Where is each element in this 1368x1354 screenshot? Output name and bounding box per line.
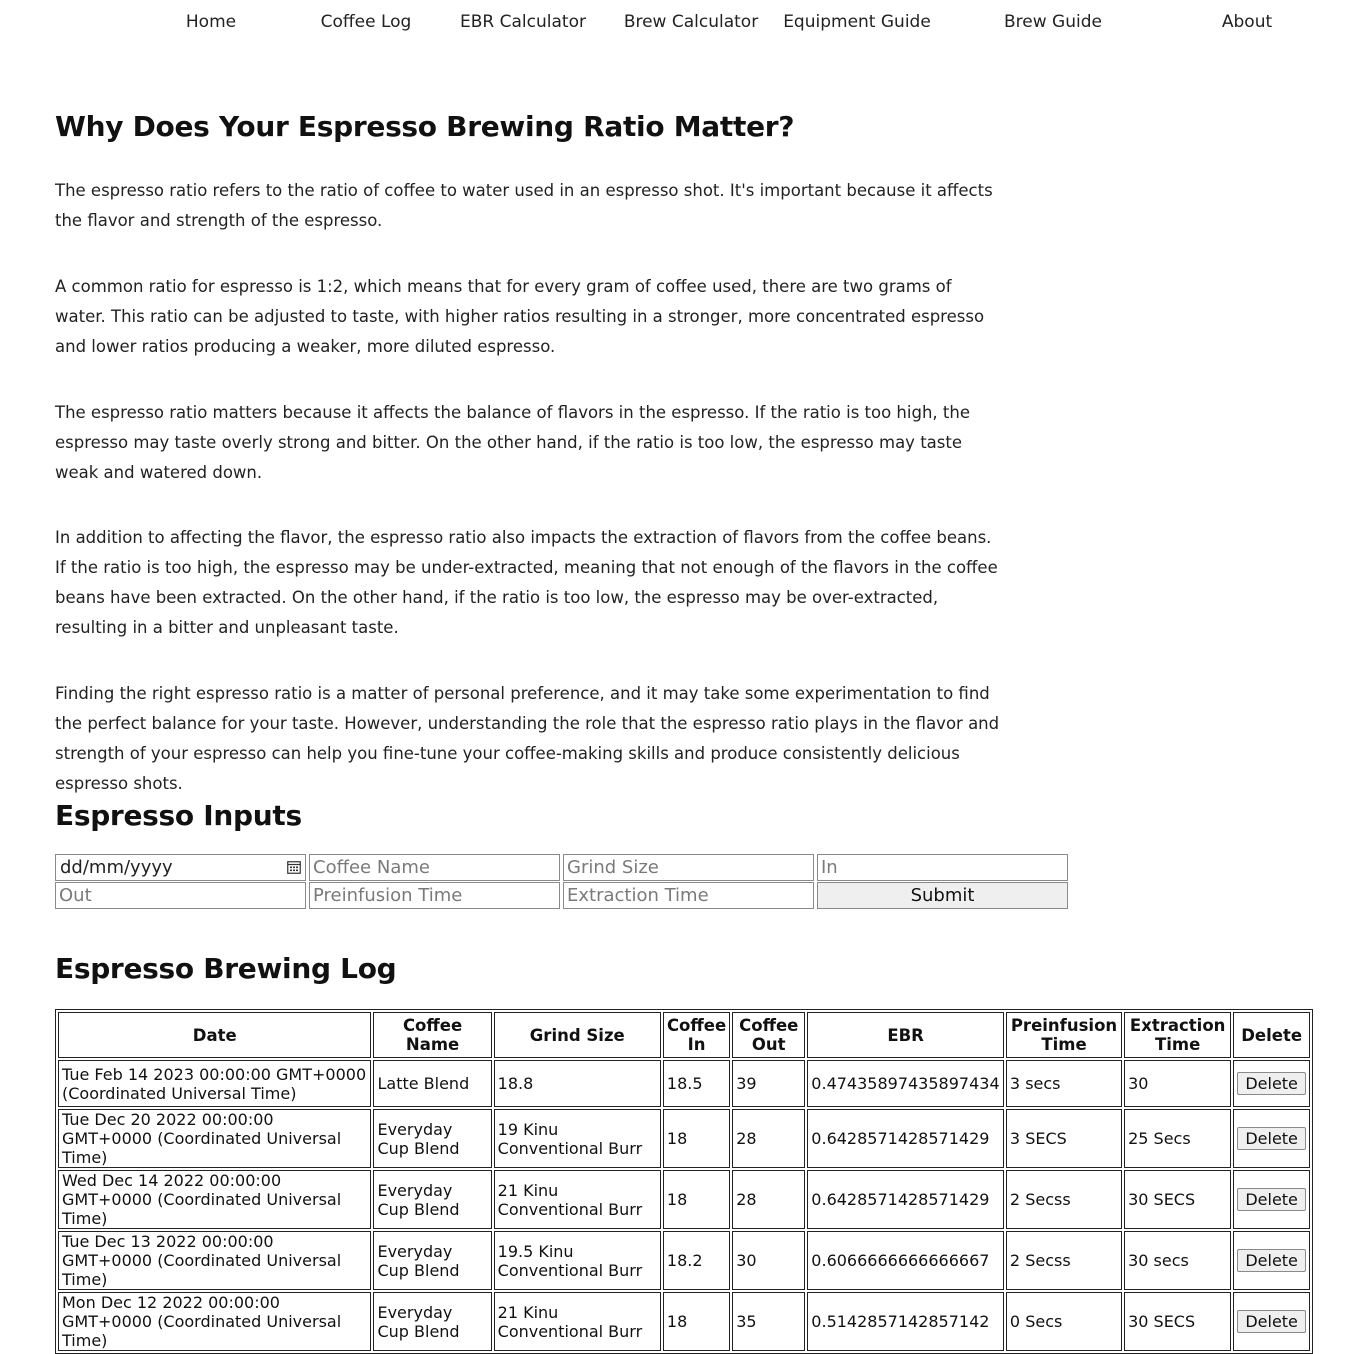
delete-button[interactable]: Delete xyxy=(1237,1127,1306,1150)
cell-coffee-out: 35 xyxy=(732,1292,806,1351)
cell-preinfusion-time: 3 SECS xyxy=(1005,1109,1123,1168)
nav-equipment-guide[interactable]: Equipment Guide xyxy=(783,12,931,32)
cell-date: Tue Dec 13 2022 00:00:00 GMT+0000 (Coord… xyxy=(58,1231,372,1290)
header-date: Date xyxy=(58,1012,372,1058)
cell-preinfusion-time: 3 secs xyxy=(1005,1060,1123,1107)
cell-preinfusion-time: 2 Secss xyxy=(1005,1170,1123,1229)
cell-coffee-in: 18.5 xyxy=(662,1060,731,1107)
date-input[interactable]: dd/mm/yyyy xyxy=(55,854,306,881)
article-paragraph: In addition to affecting the flavor, the… xyxy=(55,528,998,637)
article-paragraph: The espresso ratio refers to the ratio o… xyxy=(55,181,993,230)
espresso-inputs-title: Espresso Inputs xyxy=(55,799,302,832)
cell-ebr: 0.5142857142857142 xyxy=(807,1292,1004,1351)
cell-extraction-time: 30 xyxy=(1124,1060,1232,1107)
cell-extraction-time: 30 SECS xyxy=(1124,1170,1232,1229)
cell-grind-size: 21 Kinu Conventional Burr xyxy=(493,1292,661,1351)
nav-brew-guide[interactable]: Brew Guide xyxy=(1004,12,1102,32)
cell-coffee-out: 28 xyxy=(732,1170,806,1229)
cell-date: Tue Feb 14 2023 00:00:00 GMT+0000 (Coord… xyxy=(58,1060,372,1107)
calendar-icon[interactable] xyxy=(287,860,301,874)
delete-button[interactable]: Delete xyxy=(1237,1310,1306,1333)
nav-home[interactable]: Home xyxy=(186,12,236,32)
cell-ebr: 0.6066666666666667 xyxy=(807,1231,1004,1290)
date-input-placeholder: dd/mm/yyyy xyxy=(60,857,173,878)
cell-ebr: 0.6428571428571429 xyxy=(807,1109,1004,1168)
cell-date: Wed Dec 14 2022 00:00:00 GMT+0000 (Coord… xyxy=(58,1170,372,1229)
header-coffee-name: Coffee Name xyxy=(373,1012,492,1058)
nav-brew-calculator[interactable]: Brew Calculator xyxy=(624,12,758,32)
cell-coffee-name: Everyday Cup Blend xyxy=(373,1231,492,1290)
article-title: Why Does Your Espresso Brewing Ratio Mat… xyxy=(55,110,795,143)
cell-ebr: 0.47435897435897434 xyxy=(807,1060,1004,1107)
preinfusion-time-input[interactable] xyxy=(309,882,560,909)
header-coffee-out: Coffee Out xyxy=(732,1012,806,1058)
header-preinfusion-time: Preinfusion Time xyxy=(1005,1012,1123,1058)
cell-grind-size: 19 Kinu Conventional Burr xyxy=(493,1109,661,1168)
cell-coffee-name: Everyday Cup Blend xyxy=(373,1292,492,1351)
article-paragraph: A common ratio for espresso is 1:2, whic… xyxy=(55,277,985,356)
cell-delete: Delete xyxy=(1233,1109,1310,1168)
coffee-name-input[interactable] xyxy=(309,854,560,881)
cell-date: Tue Dec 20 2022 00:00:00 GMT+0000 (Coord… xyxy=(58,1109,372,1168)
cell-preinfusion-time: 0 Secs xyxy=(1005,1292,1123,1351)
nav-ebr-calculator[interactable]: EBR Calculator xyxy=(460,12,586,32)
nav-coffee-log[interactable]: Coffee Log xyxy=(321,12,412,32)
cell-coffee-name: Everyday Cup Blend xyxy=(373,1109,492,1168)
cell-extraction-time: 25 Secs xyxy=(1124,1109,1232,1168)
table-row: Wed Dec 14 2022 00:00:00 GMT+0000 (Coord… xyxy=(58,1170,1310,1229)
coffee-in-input[interactable] xyxy=(817,854,1068,881)
cell-grind-size: 19.5 Kinu Conventional Burr xyxy=(493,1231,661,1290)
cell-extraction-time: 30 SECS xyxy=(1124,1292,1232,1351)
cell-coffee-out: 30 xyxy=(732,1231,806,1290)
coffee-out-input[interactable] xyxy=(55,882,306,909)
table-row: Mon Dec 12 2022 00:00:00 GMT+0000 (Coord… xyxy=(58,1292,1310,1351)
cell-coffee-in: 18 xyxy=(662,1170,731,1229)
nav-about[interactable]: About xyxy=(1222,12,1272,32)
cell-delete: Delete xyxy=(1233,1231,1310,1290)
cell-delete: Delete xyxy=(1233,1060,1310,1107)
delete-button[interactable]: Delete xyxy=(1237,1072,1306,1095)
delete-button[interactable]: Delete xyxy=(1237,1249,1306,1272)
grind-size-input[interactable] xyxy=(563,854,814,881)
cell-ebr: 0.6428571428571429 xyxy=(807,1170,1004,1229)
brewing-log-table: Date Coffee Name Grind Size Coffee In Co… xyxy=(55,1009,1313,1354)
cell-grind-size: 21 Kinu Conventional Burr xyxy=(493,1170,661,1229)
header-delete: Delete xyxy=(1233,1012,1310,1058)
cell-delete: Delete xyxy=(1233,1292,1310,1351)
cell-coffee-name: Latte Blend xyxy=(373,1060,492,1107)
cell-coffee-out: 28 xyxy=(732,1109,806,1168)
cell-extraction-time: 30 secs xyxy=(1124,1231,1232,1290)
top-nav: Home Coffee Log EBR Calculator Brew Calc… xyxy=(0,0,1368,46)
cell-coffee-name: Everyday Cup Blend xyxy=(373,1170,492,1229)
extraction-time-input[interactable] xyxy=(563,882,814,909)
table-header-row: Date Coffee Name Grind Size Coffee In Co… xyxy=(58,1012,1310,1058)
article-paragraph: The espresso ratio matters because it af… xyxy=(55,403,970,482)
submit-button[interactable]: Submit xyxy=(817,882,1068,909)
cell-delete: Delete xyxy=(1233,1170,1310,1229)
cell-coffee-in: 18 xyxy=(662,1292,731,1351)
brewing-log-title: Espresso Brewing Log xyxy=(55,952,397,985)
header-coffee-in: Coffee In xyxy=(662,1012,731,1058)
table-row: Tue Dec 20 2022 00:00:00 GMT+0000 (Coord… xyxy=(58,1109,1310,1168)
table-row: Tue Dec 13 2022 00:00:00 GMT+0000 (Coord… xyxy=(58,1231,1310,1290)
table-row: Tue Feb 14 2023 00:00:00 GMT+0000 (Coord… xyxy=(58,1060,1310,1107)
header-ebr: EBR xyxy=(807,1012,1004,1058)
cell-date: Mon Dec 12 2022 00:00:00 GMT+0000 (Coord… xyxy=(58,1292,372,1351)
cell-preinfusion-time: 2 Secss xyxy=(1005,1231,1123,1290)
cell-coffee-out: 39 xyxy=(732,1060,806,1107)
article-paragraph: Finding the right espresso ratio is a ma… xyxy=(55,684,1000,793)
cell-coffee-in: 18 xyxy=(662,1109,731,1168)
header-grind-size: Grind Size xyxy=(493,1012,661,1058)
delete-button[interactable]: Delete xyxy=(1237,1188,1306,1211)
cell-grind-size: 18.8 xyxy=(493,1060,661,1107)
cell-coffee-in: 18.2 xyxy=(662,1231,731,1290)
header-extraction-time: Extraction Time xyxy=(1124,1012,1232,1058)
